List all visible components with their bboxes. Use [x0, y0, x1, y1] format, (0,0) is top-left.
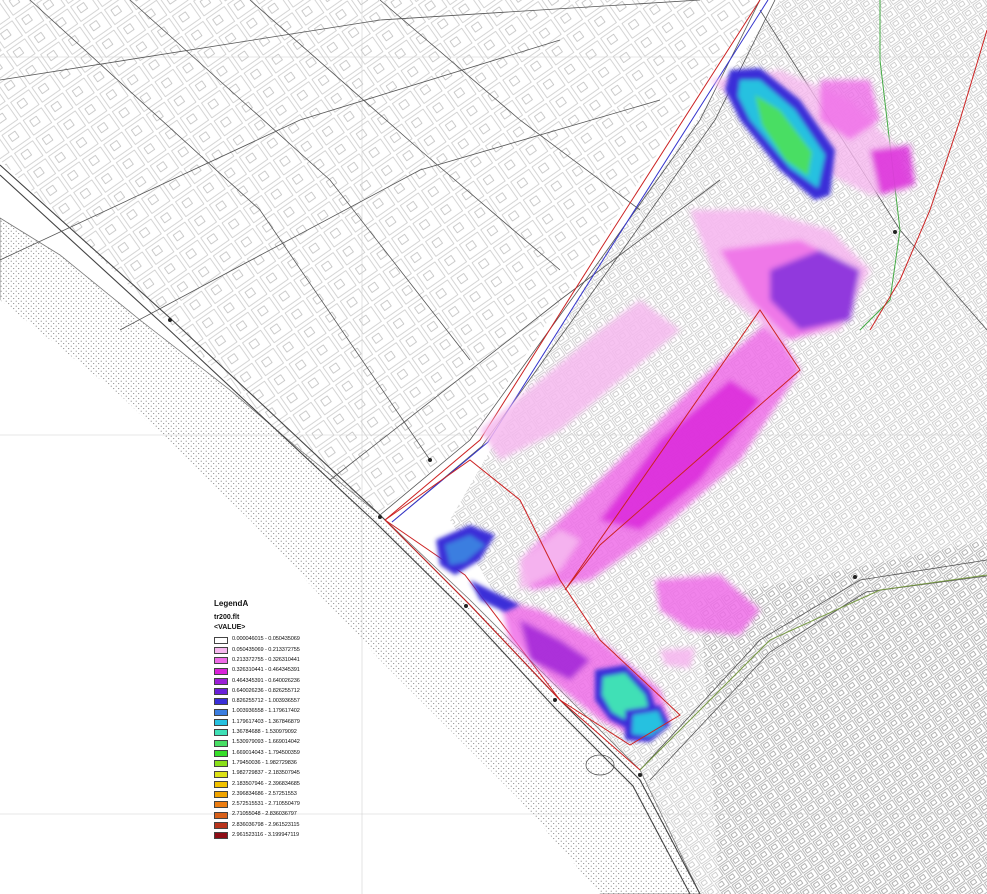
legend-swatch [214, 657, 228, 665]
legend-class-19: 2.836036798 - 2.961523115 [214, 820, 324, 830]
legend-swatch [214, 636, 228, 644]
legend-class-18: 2.71055048 - 2.836036797 [214, 810, 324, 820]
legend-class-10: 1.36784688 - 1.530979092 [214, 728, 324, 738]
legend-swatch [214, 739, 228, 747]
legend: LegendA tr200.flt <VALUE> 0.000046015 - … [214, 600, 324, 841]
legend-swatch [214, 719, 228, 727]
legend-range-label: 0.050435069 - 0.213372755 [232, 646, 300, 653]
legend-class-4: 0.326310441 - 0.464345391 [214, 666, 324, 676]
legend-swatch [214, 770, 228, 778]
legend-class-9: 1.179617403 - 1.367846879 [214, 717, 324, 727]
legend-swatch [214, 646, 228, 654]
legend-swatch [214, 760, 228, 768]
legend-swatch [214, 780, 228, 788]
legend-class-5: 0.464345391 - 0.640026236 [214, 676, 324, 686]
legend-range-label: 2.183507946 - 2.396834685 [232, 780, 300, 787]
legend-swatch [214, 729, 228, 737]
legend-class-8: 1.003936558 - 1.179617402 [214, 707, 324, 717]
legend-swatch [214, 688, 228, 696]
legend-swatch [214, 677, 228, 685]
legend-swatch [214, 698, 228, 706]
legend-range-label: 1.179617403 - 1.367846879 [232, 718, 300, 725]
legend-swatch [214, 749, 228, 757]
legend-range-label: 1.669014043 - 1.794500359 [232, 749, 300, 756]
legend-range-label: 1.003936558 - 1.179617402 [232, 708, 300, 715]
legend-class-7: 0.826255712 - 1.003936557 [214, 697, 324, 707]
legend-range-label: 2.572515531 - 2.710550479 [232, 801, 300, 808]
legend-swatch [214, 708, 228, 716]
legend-class-6: 0.640026236 - 0.826255712 [214, 686, 324, 696]
legend-class-14: 1.982729837 - 2.183507945 [214, 769, 324, 779]
legend-class-12: 1.669014043 - 1.794500359 [214, 748, 324, 758]
legend-range-label: 0.464345391 - 0.640026236 [232, 677, 300, 684]
legend-range-label: 2.961523116 - 3.199947119 [232, 831, 299, 838]
legend-range-label: 1.79450036 - 1.982729836 [232, 759, 297, 766]
legend-class-20: 2.961523116 - 3.199947119 [214, 831, 324, 841]
legend-class-15: 2.183507946 - 2.396834685 [214, 779, 324, 789]
legend-range-label: 1.982729837 - 2.183507945 [232, 770, 300, 777]
legend-swatch [214, 791, 228, 799]
legend-range-label: 0.640026236 - 0.826255712 [232, 687, 300, 694]
legend-class-16: 2.396834686 - 2.57251553 [214, 789, 324, 799]
legend-title: LegendA [214, 599, 249, 608]
legend-swatch [214, 811, 228, 819]
legend-class-1: 0.000046015 - 0.050435069 [214, 635, 324, 645]
legend-class-2: 0.050435069 - 0.213372755 [214, 645, 324, 655]
legend-range-label: 0.213372755 - 0.326310441 [232, 656, 300, 663]
legend-classes: 0.000046015 - 0.050435069 0.050435069 - 0… [214, 635, 324, 841]
legend-class-3: 0.213372755 - 0.326310441 [214, 656, 324, 666]
legend-range-label: 0.000046015 - 0.050435069 [232, 636, 300, 643]
legend-class-11: 1.530979093 - 1.669014042 [214, 738, 324, 748]
legend-range-label: 2.396834686 - 2.57251553 [232, 790, 297, 797]
legend-layer-name: tr200.flt [214, 614, 240, 621]
legend-range-label: 2.836036798 - 2.961523115 [232, 821, 300, 828]
flood-depth-map[interactable] [0, 0, 987, 894]
legend-class-13: 1.79450036 - 1.982729836 [214, 759, 324, 769]
legend-swatch [214, 667, 228, 675]
legend-class-17: 2.572515531 - 2.710550479 [214, 800, 324, 810]
legend-range-label: 1.36784688 - 1.530979092 [232, 729, 297, 736]
legend-swatch [214, 832, 228, 840]
legend-field-name: <VALUE> [214, 624, 246, 631]
legend-range-label: 1.530979093 - 1.669014042 [232, 739, 300, 746]
legend-swatch [214, 821, 228, 829]
legend-range-label: 2.71055048 - 2.836036797 [232, 811, 297, 818]
legend-swatch [214, 801, 228, 809]
legend-range-label: 0.826255712 - 1.003936557 [232, 698, 300, 705]
legend-range-label: 0.326310441 - 0.464345391 [232, 667, 300, 674]
